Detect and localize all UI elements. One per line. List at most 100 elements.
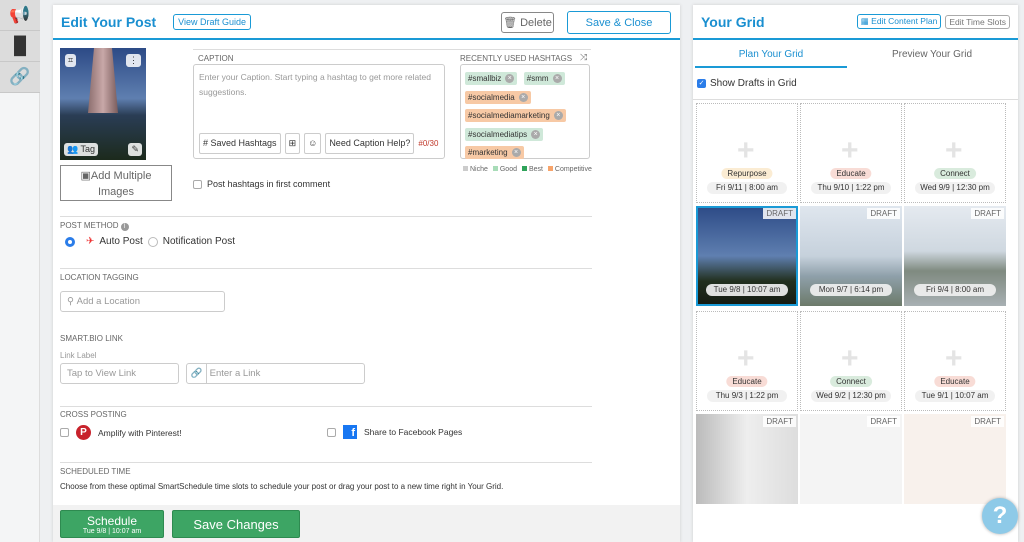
location-input[interactable]: ⚲ Add a Location — [60, 291, 225, 312]
insert-icon[interactable]: ⊞ — [284, 133, 301, 154]
post-method-options: ✈ Auto Post Notification Post — [65, 236, 235, 247]
notification-post-radio[interactable] — [147, 236, 158, 247]
first-comment-option[interactable]: Post hashtags in first comment — [193, 179, 330, 190]
megaphone-icon[interactable]: 📢 — [0, 0, 40, 31]
plus-icon[interactable]: + — [737, 342, 755, 376]
schedule-time: Tue 9/8 | 10:07 am — [82, 527, 142, 535]
hashtag-chip[interactable]: #smallbiz × — [465, 72, 518, 85]
content-category-badge: Connect — [830, 376, 872, 387]
empty-slot[interactable]: + Connect Wed 9/2 | 12:30 pm — [800, 311, 902, 411]
auto-post-label[interactable]: Auto Post — [99, 236, 142, 247]
first-comment-checkbox[interactable] — [193, 180, 202, 190]
hashtag-chip[interactable]: #socialmediatips × — [465, 127, 544, 141]
hashtag-text: #socialmediamarketing — [468, 111, 550, 120]
plus-icon[interactable]: + — [945, 134, 963, 168]
more-icon[interactable]: ⋮ — [126, 54, 141, 67]
emoji-icon[interactable]: ☺ — [304, 133, 322, 154]
schedule-button[interactable]: Schedule Tue 9/8 | 10:07 am — [60, 510, 164, 538]
grid-panel: Your Grid ▦ Edit Content Plan Edit Time … — [693, 5, 1018, 542]
link-url-input[interactable]: 🔗 Enter a Link — [186, 363, 365, 384]
empty-slot[interactable]: + Educate Thu 9/10 | 1:22 pm — [800, 103, 902, 203]
facebook-option[interactable]: f Share to Facebook Pages — [327, 425, 462, 439]
plus-icon[interactable]: + — [945, 342, 963, 376]
edit-time-slots-button[interactable]: Edit Time Slots — [945, 14, 1010, 29]
draft-post[interactable]: DRAFT Fri 9/4 | 8:00 am — [904, 206, 1006, 306]
calendar-icon: ▦ — [860, 16, 869, 26]
link-icon: 🔗 — [187, 364, 207, 383]
remove-icon[interactable]: × — [505, 74, 515, 83]
post-method-label: POST METHOD i — [60, 221, 129, 231]
draft-post[interactable]: DRAFT — [696, 414, 798, 504]
divider — [60, 216, 592, 217]
action-bar: Schedule Tue 9/8 | 10:07 am Save Changes — [53, 505, 680, 542]
auto-post-radio[interactable] — [65, 236, 75, 247]
plus-icon[interactable]: + — [841, 134, 859, 168]
draft-post[interactable]: DRAFT — [904, 414, 1006, 504]
empty-slot[interactable]: + Repurpose Fri 9/11 | 8:00 am — [696, 103, 798, 203]
add-multiple-label: Add Multiple Images — [90, 170, 152, 198]
edit-content-plan-button[interactable]: ▦ Edit Content Plan — [856, 14, 942, 29]
hashtag-chip[interactable]: #smm × — [523, 72, 565, 85]
remove-icon[interactable]: × — [553, 111, 563, 120]
hashtag-text: #socialmedia — [468, 92, 515, 102]
tag-label: Tag — [80, 144, 96, 154]
remove-icon[interactable]: × — [511, 148, 521, 157]
pinterest-option[interactable]: P Amplify with Pinterest! — [60, 425, 182, 440]
delete-button[interactable]: 🗑 Delete — [501, 12, 554, 33]
info-icon: i — [120, 223, 129, 231]
scheduled-time: Tue 9/1 | 10:07 am — [915, 390, 995, 402]
hashtag-chip[interactable]: #socialmedia × — [465, 90, 531, 104]
page-title: Edit Your Post — [61, 13, 157, 30]
divider — [60, 406, 592, 407]
help-button[interactable]: ? — [982, 498, 1018, 534]
save-changes-button[interactable]: Save Changes — [172, 510, 300, 538]
saved-hashtags-button[interactable]: # Saved Hashtags — [199, 133, 281, 154]
analytics-icon[interactable]: ▐▌ — [0, 31, 40, 62]
pinterest-checkbox[interactable] — [60, 428, 69, 437]
link-label-input[interactable]: Tap to View Link — [60, 363, 179, 384]
divider — [193, 49, 591, 50]
scheduled-description: Choose from these optimal SmartSchedule … — [60, 482, 504, 491]
link-icon[interactable]: 🔗 — [0, 62, 40, 93]
scheduled-time: Tue 9/8 | 10:07 am — [706, 284, 788, 296]
show-drafts-checkbox[interactable]: ✓ — [697, 79, 706, 88]
caption-input[interactable]: Enter your Caption. Start typing a hasht… — [193, 64, 445, 159]
save-close-button[interactable]: Save & Close — [567, 11, 671, 34]
tag-button[interactable]: 👥 Tag — [64, 143, 99, 156]
post-image[interactable]: ⌗ ⋮ 👥 Tag ✎ — [60, 48, 146, 160]
edit-post-panel: Edit Your Post View Draft Guide 🗑 Delete… — [53, 5, 680, 542]
shuffle-icon[interactable]: ⤨ — [580, 52, 587, 63]
plus-icon[interactable]: + — [841, 342, 859, 376]
notification-post-label[interactable]: Notification Post — [163, 236, 235, 247]
hashtag-chip[interactable]: #socialmediamarketing × — [465, 109, 566, 122]
draft-badge: DRAFT — [763, 208, 796, 219]
draft-post[interactable]: DRAFT — [800, 414, 902, 504]
show-drafts-option[interactable]: ✓ Show Drafts in Grid — [697, 78, 797, 89]
tab-preview-your-grid[interactable]: Preview Your Grid — [848, 45, 1016, 68]
facebook-checkbox[interactable] — [327, 427, 336, 437]
draft-badge: DRAFT — [971, 416, 1004, 427]
remove-icon[interactable]: × — [518, 92, 528, 102]
crop-icon[interactable]: ⌗ — [65, 54, 77, 67]
add-multiple-images-button[interactable]: ▣Add Multiple Images — [60, 165, 172, 201]
tab-plan-your-grid[interactable]: Plan Your Grid — [695, 45, 847, 68]
remove-icon[interactable]: × — [552, 74, 562, 83]
view-draft-guide-button[interactable]: View Draft Guide — [173, 13, 252, 30]
hashtag-chip[interactable]: #marketing × — [465, 146, 524, 159]
edit-content-plan-label: Edit Content Plan — [871, 16, 938, 26]
magic-wand-icon[interactable]: ✎ — [128, 143, 142, 156]
legend-competitive: Competitive — [554, 166, 592, 173]
empty-slot[interactable]: + Connect Wed 9/9 | 12:30 pm — [904, 103, 1006, 203]
empty-slot[interactable]: + Educate Tue 9/1 | 10:07 am — [904, 311, 1006, 411]
empty-slot[interactable]: + Educate Thu 9/3 | 1:22 pm — [696, 311, 798, 411]
scheduled-time: Fri 9/11 | 8:00 am — [707, 182, 787, 194]
caption-help-button[interactable]: Need Caption Help? — [325, 133, 415, 154]
draft-post[interactable]: DRAFT Mon 9/7 | 6:14 pm — [800, 206, 902, 306]
draft-post[interactable]: DRAFT Tue 9/8 | 10:07 am — [696, 206, 798, 306]
pinterest-label: Amplify with Pinterest! — [98, 427, 182, 438]
plus-icon[interactable]: + — [737, 134, 755, 168]
location-placeholder: Add a Location — [76, 296, 140, 307]
location-label: LOCATION TAGGING — [60, 273, 139, 282]
remove-icon[interactable]: × — [531, 129, 541, 139]
hashtags-label: RECENTLY USED HASHTAGS — [460, 54, 573, 63]
